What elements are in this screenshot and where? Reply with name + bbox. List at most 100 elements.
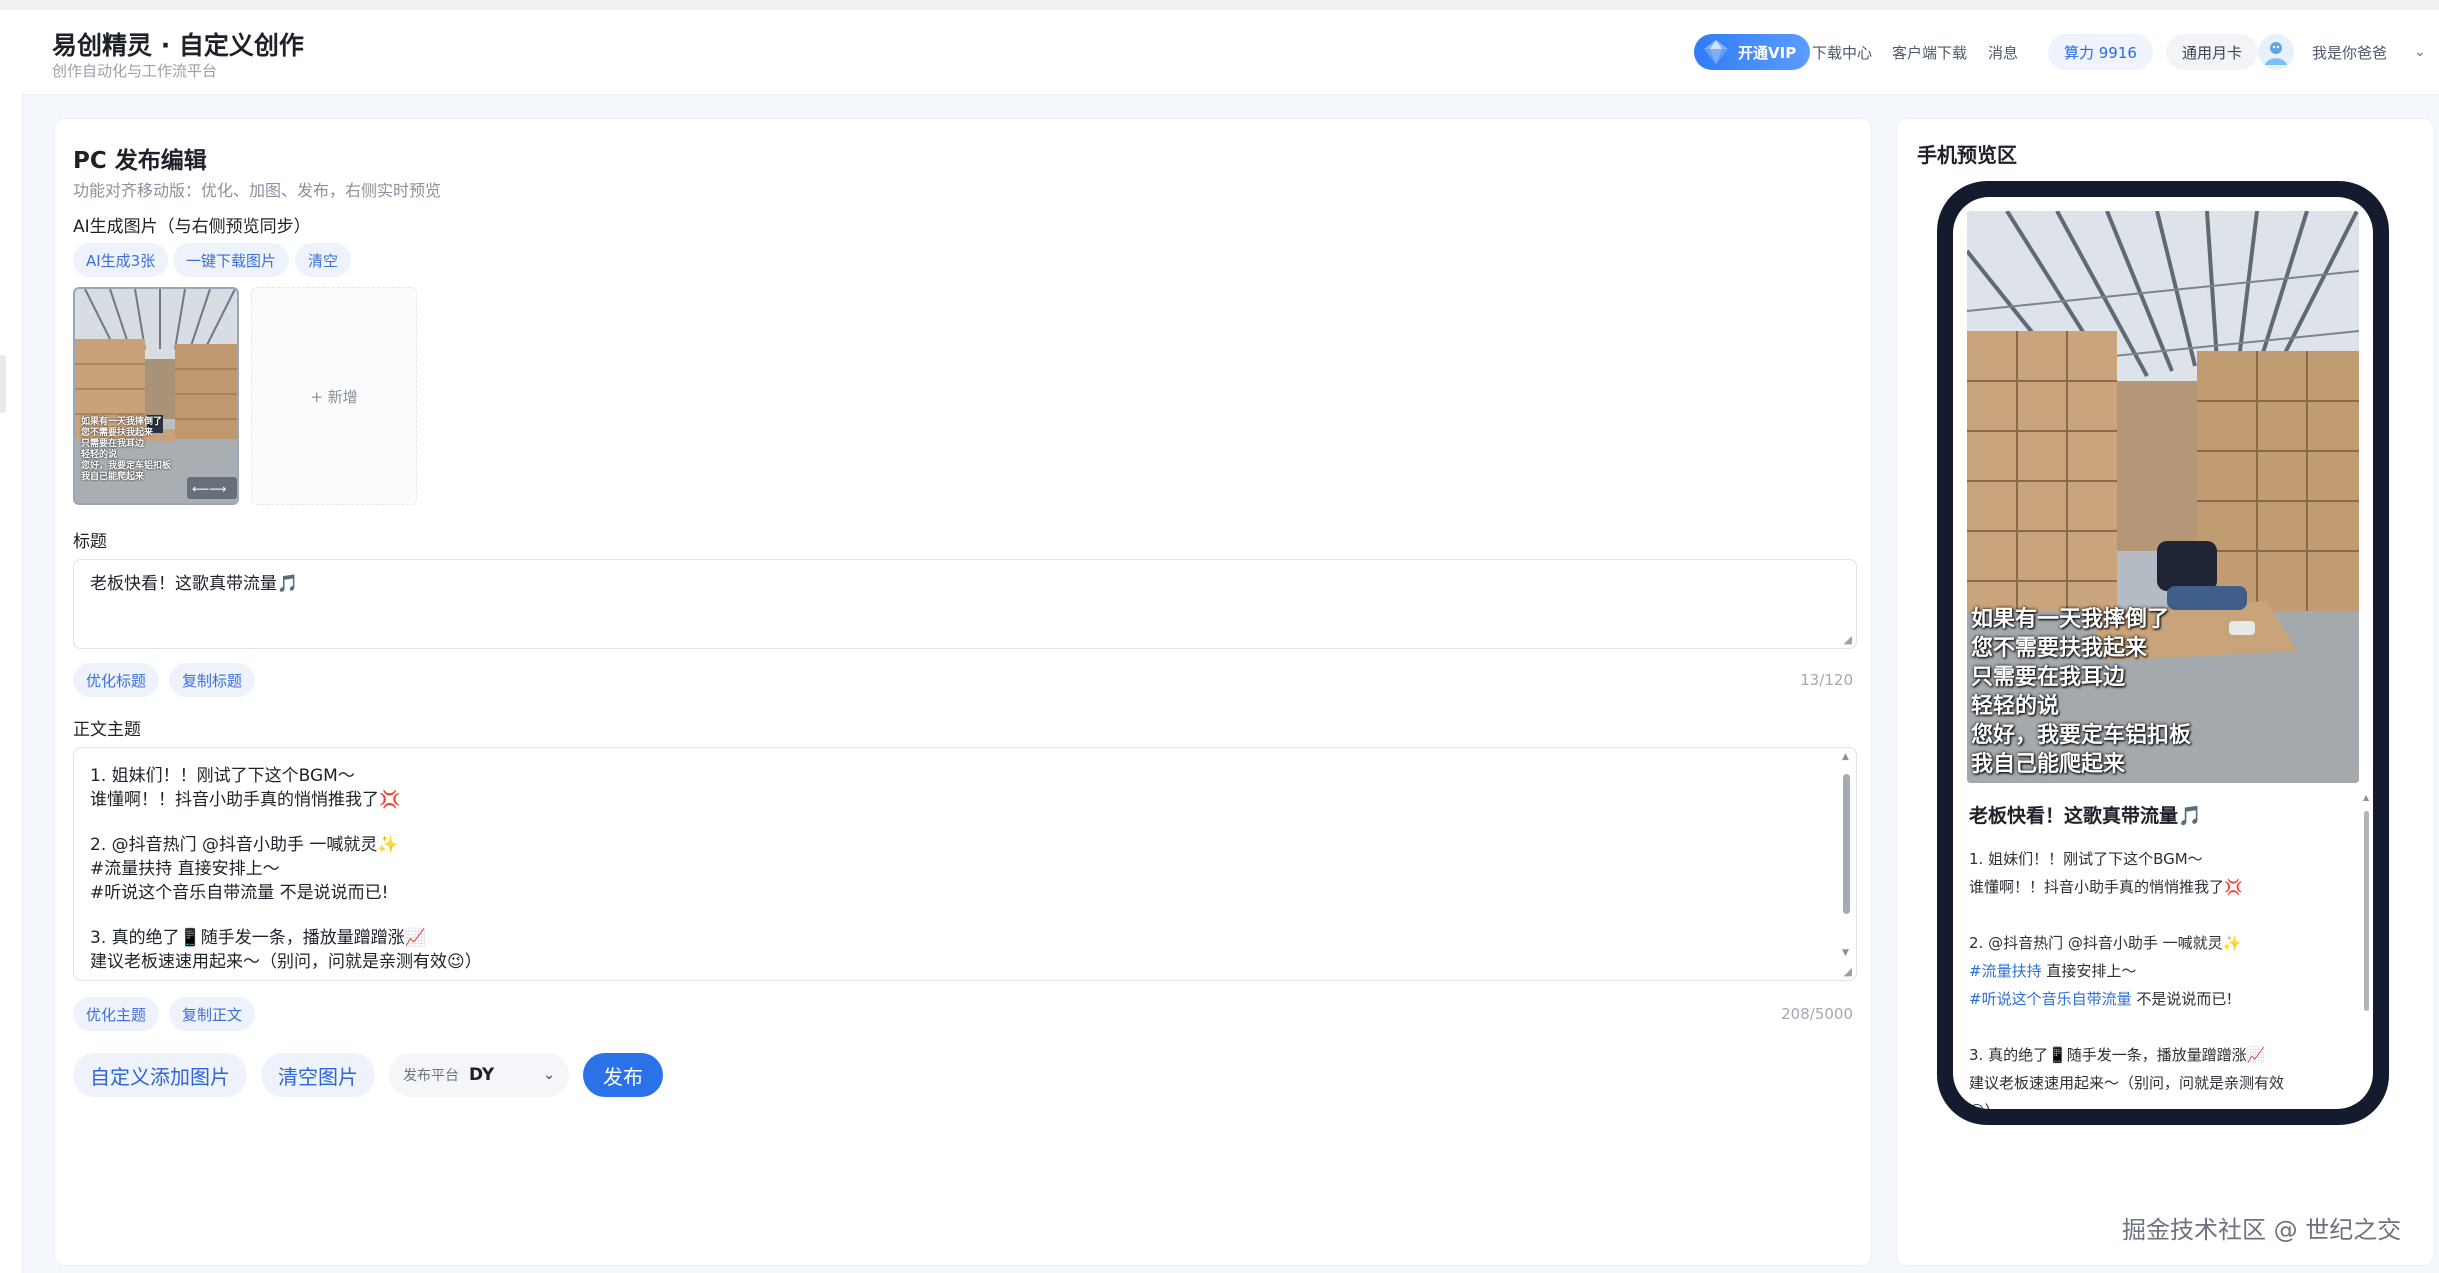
thumb-caption-line: 只需要在我耳边 (81, 439, 145, 449)
hashtag-link[interactable]: #流量扶持 (1969, 962, 2042, 980)
preview-body-line: 建议老板速速用起来～（别问，问就是亲测有效 (1969, 1074, 2285, 1092)
thumb-caption-line: 您不需要扶我起来 (81, 428, 154, 438)
watermark: 掘金技术社区 @ 世纪之交 (2122, 1216, 2402, 1244)
preview-body-line: 3. 真的绝了📱随手发一条，播放量蹭蹭涨📈 (1969, 1046, 2266, 1064)
hashtag-link[interactable]: #听说这个音乐自带流量 (1969, 990, 2132, 1008)
copy-body-button[interactable]: 复制正文 (169, 997, 256, 1031)
user-avatar-icon (2265, 42, 2287, 65)
body-blank-line (90, 809, 482, 830)
vip-button[interactable]: 开通VIP (1694, 34, 1811, 70)
body-line: 谁懂啊！！抖音小助手真的悄悄推我了💢 (90, 790, 401, 810)
resize-handle-icon[interactable]: ◢ (1844, 633, 1852, 646)
thumb-caption-line: 我自己能爬起来 (81, 472, 145, 482)
ai-generate-button[interactable]: AI生成3张 (73, 243, 169, 277)
image-caption: 如果有一天我摔倒了 您不需要扶我起来 只需要在我耳边 轻轻的说 您好，我要定车铝… (1971, 605, 2191, 779)
thumb-caption-line: 轻轻的说 (81, 450, 118, 460)
body-blank-line (90, 902, 482, 923)
phone-screen: 如果有一天我摔倒了 您不需要扶我起来 只需要在我耳边 轻轻的说 您好，我要定车铝… (1953, 197, 2373, 1109)
body-line: 建议老板速速用起来～（别问，问就是亲测有效😉） (90, 952, 482, 972)
preview-scrollbar[interactable]: ▲ (2363, 793, 2369, 1093)
title-textarea[interactable]: 老板快看！这歌真带流量🎵 ◢ (73, 559, 1857, 649)
preview-body-line: #听说这个音乐自带流量 不是说说而已! (1969, 985, 2349, 1013)
preview-title: 手机预览区 (1917, 143, 2017, 167)
body-line: 2. @抖音热门 @抖音小助手 一喊就灵✨ (90, 835, 399, 855)
body-label: 正文主题 (73, 720, 141, 740)
body-textarea[interactable]: 1. 姐妹们！！刚试了下这个BGM～ 谁懂啊！！抖音小助手真的悄悄推我了💢 2.… (73, 747, 1857, 981)
username[interactable]: 我是你爸爸 (2312, 34, 2387, 70)
sidebar-toggle-handle[interactable] (0, 355, 6, 413)
preview-blank-line (1969, 1013, 2349, 1041)
caption-line: 您不需要扶我起来 (1971, 635, 2148, 661)
title-char-counter: 13/120 (1800, 671, 1853, 689)
preview-body-line: 😉） (1969, 1097, 2349, 1109)
client-download-link[interactable]: 客户端下载 (1892, 34, 1967, 70)
preview-panel: 手机预览区 如果有一天我摔倒了 您不需要扶我起来 只需要在我耳边 轻轻的说 您好… (1896, 118, 2434, 1266)
body-line: 1. 姐妹们！！刚试了下这个BGM～ (90, 766, 355, 786)
title-input-value: 老板快看！这歌真带流量🎵 (90, 574, 299, 594)
diamond-icon (1704, 40, 1728, 64)
platform-value: DY (469, 1065, 495, 1085)
optimize-title-button[interactable]: 优化标题 (73, 663, 160, 697)
images-label: AI生成图片（与右侧预览同步） (73, 217, 311, 237)
scroll-up-arrow-icon[interactable]: ▲ (1842, 752, 1849, 762)
left-collapsed-sidebar (0, 10, 23, 1273)
scroll-up-arrow-icon[interactable]: ▲ (2363, 793, 2369, 802)
preview-body-line: 2. @抖音热门 @抖音小助手 一喊就灵✨ (1969, 934, 2242, 952)
add-image-tile[interactable]: + 新增 (251, 287, 417, 505)
preview-post-title: 老板快看！这歌真带流量🎵 (1969, 805, 2202, 827)
svg-text:⟵⟶: ⟵⟶ (192, 482, 226, 496)
chevron-down-icon: ⌄ (543, 1067, 555, 1083)
clear-images-button[interactable]: 清空图片 (261, 1053, 375, 1097)
title-label: 标题 (73, 532, 107, 552)
copy-title-button[interactable]: 复制标题 (169, 663, 256, 697)
body-char-counter: 208/5000 (1781, 1005, 1853, 1023)
editor-panel: PC 发布编辑 功能对齐移动版：优化、加图、发布，右侧实时预览 AI生成图片（与… (54, 118, 1872, 1266)
top-header: 易创精灵 · 自定义创作 创作自动化与工作流平台 开通VIP 下载中心 客户端下… (22, 10, 2439, 95)
preview-post-body: 1. 姐妹们！！刚试了下这个BGM～ 谁懂啊！！抖音小助手真的悄悄推我了💢 2.… (1969, 845, 2349, 1109)
compute-balance-badge[interactable]: 算力 9916 (2048, 34, 2153, 70)
body-line: #听说这个音乐自带流量 不是说说而已! (90, 883, 389, 903)
editor-hint: 功能对齐移动版：优化、加图、发布，右侧实时预览 (73, 181, 442, 200)
preview-image[interactable]: 如果有一天我摔倒了 您不需要扶我起来 只需要在我耳边 轻轻的说 您好，我要定车铝… (1967, 211, 2359, 783)
app-subtitle: 创作自动化与工作流平台 (52, 62, 218, 80)
caption-line: 如果有一天我摔倒了 (1971, 606, 2170, 632)
thumb-caption: 如果有一天我摔倒了 您不需要扶我起来 只需要在我耳边 轻轻的说 您好，我要定车铝… (81, 417, 171, 483)
caption-line: 只需要在我耳边 (1971, 664, 2126, 690)
body-line: #流量扶持 直接安排上～ (90, 859, 280, 879)
caption-line: 轻轻的说 (1971, 693, 2060, 719)
preview-body-line: 1. 姐妹们！！刚试了下这个BGM～ (1969, 850, 2203, 868)
scroll-down-arrow-icon[interactable]: ▼ (1842, 948, 1849, 958)
phone-frame: 如果有一天我摔倒了 您不需要扶我起来 只需要在我耳边 轻轻的说 您好，我要定车铝… (1937, 181, 2389, 1125)
custom-add-image-button[interactable]: 自定义添加图片 (73, 1053, 247, 1097)
avatar[interactable] (2258, 34, 2294, 70)
body-text: 1. 姐妹们！！刚试了下这个BGM～ 谁懂啊！！抖音小助手真的悄悄推我了💢 2.… (90, 761, 482, 972)
body-scrollbar[interactable]: ▲ ▼ (1840, 752, 1852, 962)
preview-body-line: #流量扶持 直接安排上～ (1969, 957, 2349, 985)
caption-line: 您好，我要定车铝扣板 (1971, 722, 2192, 748)
platform-select[interactable]: 发布平台 DY ⌄ (389, 1053, 569, 1097)
resize-handle-icon[interactable]: ◢ (1844, 965, 1852, 978)
optimize-body-button[interactable]: 优化主题 (73, 997, 160, 1031)
download-center-link[interactable]: 下载中心 (1812, 34, 1872, 70)
scrollbar-thumb[interactable] (2364, 811, 2369, 1011)
platform-label: 发布平台 (403, 1068, 459, 1084)
app-title: 易创精灵 · 自定义创作 (52, 31, 304, 60)
editor-title: PC 发布编辑 (73, 148, 207, 174)
preview-body-text: 直接安排上～ (2046, 962, 2137, 980)
vip-label: 开通VIP (1738, 43, 1797, 62)
preview-body-text: 不是说说而已! (2136, 990, 2233, 1008)
browser-top-strip (0, 0, 2439, 10)
thumb-caption-line: 如果有一天我摔倒了 (81, 417, 163, 427)
body-line: 3. 真的绝了📱随手发一条，播放量蹭蹭涨📈 (90, 928, 426, 948)
user-menu-chevron-icon[interactable]: ⌄ (2414, 34, 2426, 70)
monthly-card-badge[interactable]: 通用月卡 (2166, 34, 2259, 70)
publish-button[interactable]: 发布 (583, 1053, 663, 1097)
preview-blank-line (1969, 901, 2349, 929)
clear-images-chip[interactable]: 清空 (295, 243, 352, 277)
messages-link[interactable]: 消息 (1988, 34, 2018, 70)
generated-image-thumbnail[interactable]: ⟵⟶ 如果有一天我摔倒了 您不需要扶我起来 只需要在我耳边 轻轻的说 您好，我要… (73, 287, 239, 505)
caption-line: 我自己能爬起来 (1971, 751, 2126, 777)
thumb-caption-line: 您好，我要定车铝扣板 (81, 461, 172, 471)
scrollbar-thumb[interactable] (1843, 774, 1850, 914)
download-all-images-button[interactable]: 一键下载图片 (173, 243, 290, 277)
